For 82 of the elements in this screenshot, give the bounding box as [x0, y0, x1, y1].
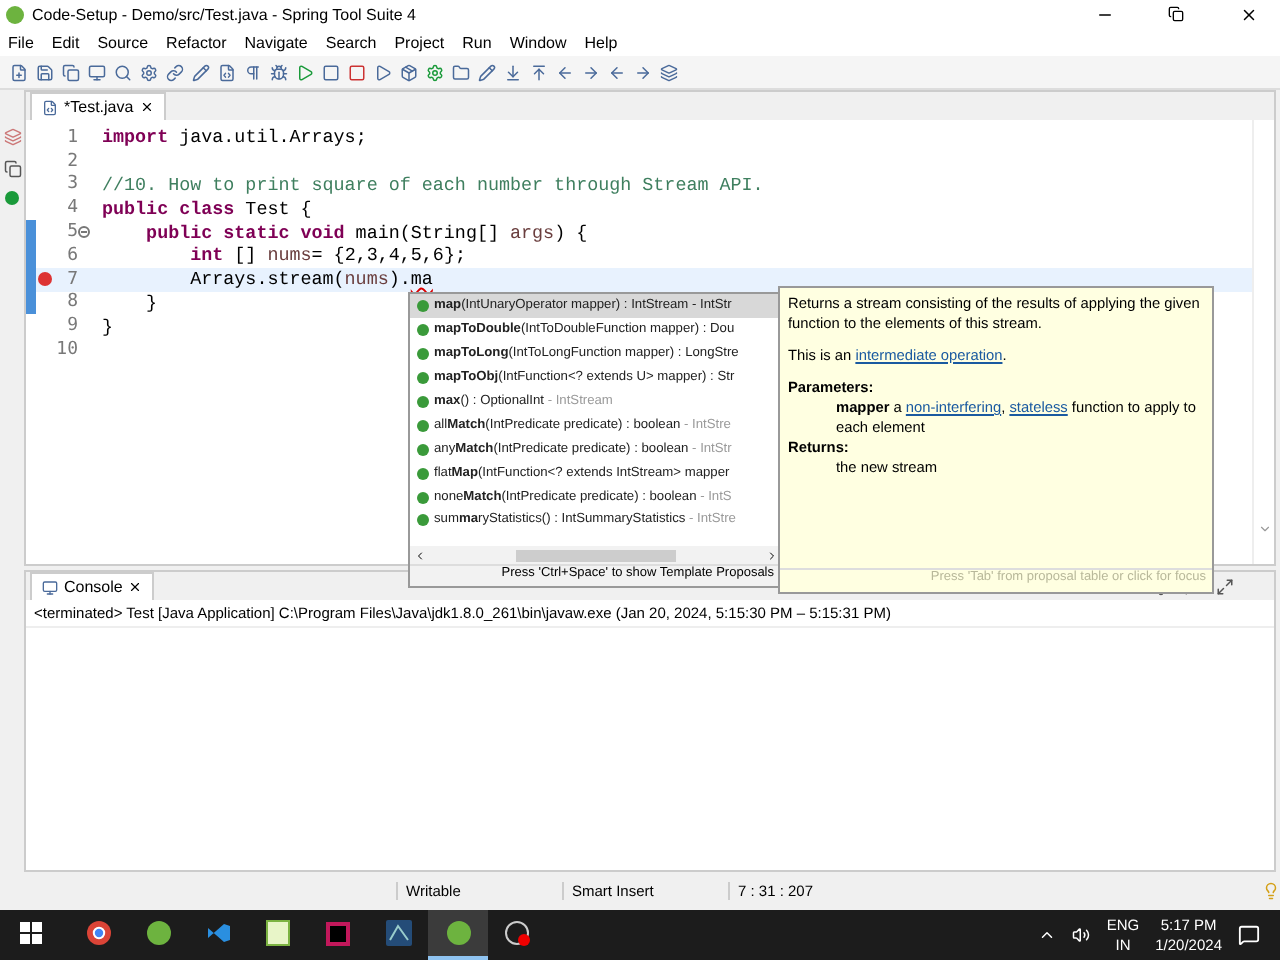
line-number: 3 — [65, 174, 78, 195]
menu-item[interactable]: File — [8, 33, 34, 51]
code-line: import java.util.Arrays; — [102, 126, 367, 149]
save-icon[interactable] — [34, 62, 54, 82]
restore-icon — [1168, 6, 1184, 22]
search-icon[interactable] — [112, 62, 132, 82]
scroll-right-icon[interactable] — [766, 549, 778, 561]
close-icon — [1239, 5, 1257, 23]
square-icon[interactable] — [346, 62, 366, 82]
arrow-left-icon[interactable] — [554, 62, 574, 82]
menu-item[interactable]: Run — [462, 33, 492, 51]
menu-item[interactable]: Refactor — [166, 33, 227, 51]
app-logo-icon — [6, 5, 24, 23]
graph-icon[interactable] — [385, 920, 411, 946]
new-file-icon[interactable] — [8, 62, 28, 82]
pencil-icon[interactable] — [476, 62, 496, 82]
menu-item[interactable]: Source — [97, 33, 149, 51]
arrow-right-icon[interactable] — [580, 62, 600, 82]
package-icon[interactable] — [398, 62, 418, 82]
arrow-down-icon[interactable] — [502, 62, 522, 82]
code-line: } — [102, 315, 114, 338]
terminal-icon[interactable] — [86, 62, 106, 82]
menu-item[interactable]: Edit — [51, 33, 80, 51]
menu-item[interactable]: Navigate — [244, 33, 308, 51]
console-icon — [42, 579, 58, 595]
window-title: Code-Setup - Demo/src/Test.java - Spring Tool Suite 4 — [32, 5, 418, 23]
close-icon[interactable] — [139, 100, 154, 114]
horizontal-scrollbar[interactable] — [410, 546, 782, 564]
close-icon[interactable] — [128, 580, 143, 594]
scroll-down-icon[interactable] — [1257, 522, 1271, 536]
line-number: 7 — [65, 269, 78, 290]
square-icon[interactable] — [320, 62, 340, 82]
menu-item[interactable]: Project — [394, 33, 445, 51]
line-number: 1 — [65, 127, 78, 148]
line-number: 2 — [65, 151, 78, 172]
scroll-left-icon[interactable] — [414, 549, 426, 561]
chevron-up-icon[interactable] — [1038, 926, 1057, 944]
play-icon[interactable] — [294, 62, 314, 82]
code-line: public static void main(String[] args) { — [144, 221, 588, 244]
folder-icon[interactable] — [450, 62, 470, 82]
speaker-icon[interactable] — [1072, 926, 1091, 944]
code-line: } — [144, 291, 158, 314]
line-number: 10 — [54, 340, 78, 361]
recorder-icon[interactable] — [504, 919, 532, 947]
windows-logo-icon — [19, 922, 41, 944]
pilcrow-icon[interactable] — [242, 62, 262, 82]
copy-icon[interactable] — [2, 158, 22, 178]
code-line: //10. How to print square of each number through Stream API. — [102, 173, 764, 196]
line-number: 9 — [65, 316, 78, 337]
java-file-icon — [42, 99, 58, 115]
code-editor-icon[interactable] — [205, 920, 231, 946]
console-tab[interactable]: Console — [30, 572, 155, 600]
settings-icon[interactable] — [138, 62, 158, 82]
menu-item[interactable]: Window — [509, 33, 567, 51]
file-icon[interactable] — [216, 62, 236, 82]
menu-item[interactable]: Help — [584, 33, 618, 51]
line-number: 6 — [65, 245, 78, 266]
code-line: Arrays.stream(nums).ma — [188, 268, 433, 291]
browser-icon[interactable] — [85, 920, 111, 946]
bug-icon[interactable] — [268, 62, 288, 82]
link-icon[interactable] — [164, 62, 184, 82]
status-dot-icon[interactable] — [4, 190, 20, 206]
save-all-icon[interactable] — [60, 62, 80, 82]
layers-icon[interactable] — [2, 126, 22, 146]
line-number: 8 — [65, 292, 78, 313]
notification-icon[interactable] — [1238, 924, 1260, 946]
code-line: public class Test { — [102, 197, 312, 220]
layers-icon[interactable] — [658, 62, 678, 82]
editor-tab[interactable]: *Test.java — [30, 92, 166, 120]
line-number: 4 — [65, 198, 78, 219]
arrow-left-icon[interactable] — [606, 62, 626, 82]
play-icon[interactable] — [372, 62, 392, 82]
fold-icon[interactable] — [78, 226, 90, 239]
pencil-icon[interactable] — [190, 62, 210, 82]
arrow-right-icon[interactable] — [632, 62, 652, 82]
ide-icon[interactable] — [326, 921, 350, 945]
settings-icon[interactable] — [424, 62, 444, 82]
maximize-icon[interactable] — [1214, 576, 1234, 596]
menu-item[interactable]: Search — [325, 33, 377, 51]
code-line: int [] nums= {2,3,4,5,6}; — [188, 244, 466, 267]
line-number: 5 — [65, 222, 78, 243]
arrow-up-icon[interactable] — [528, 62, 548, 82]
